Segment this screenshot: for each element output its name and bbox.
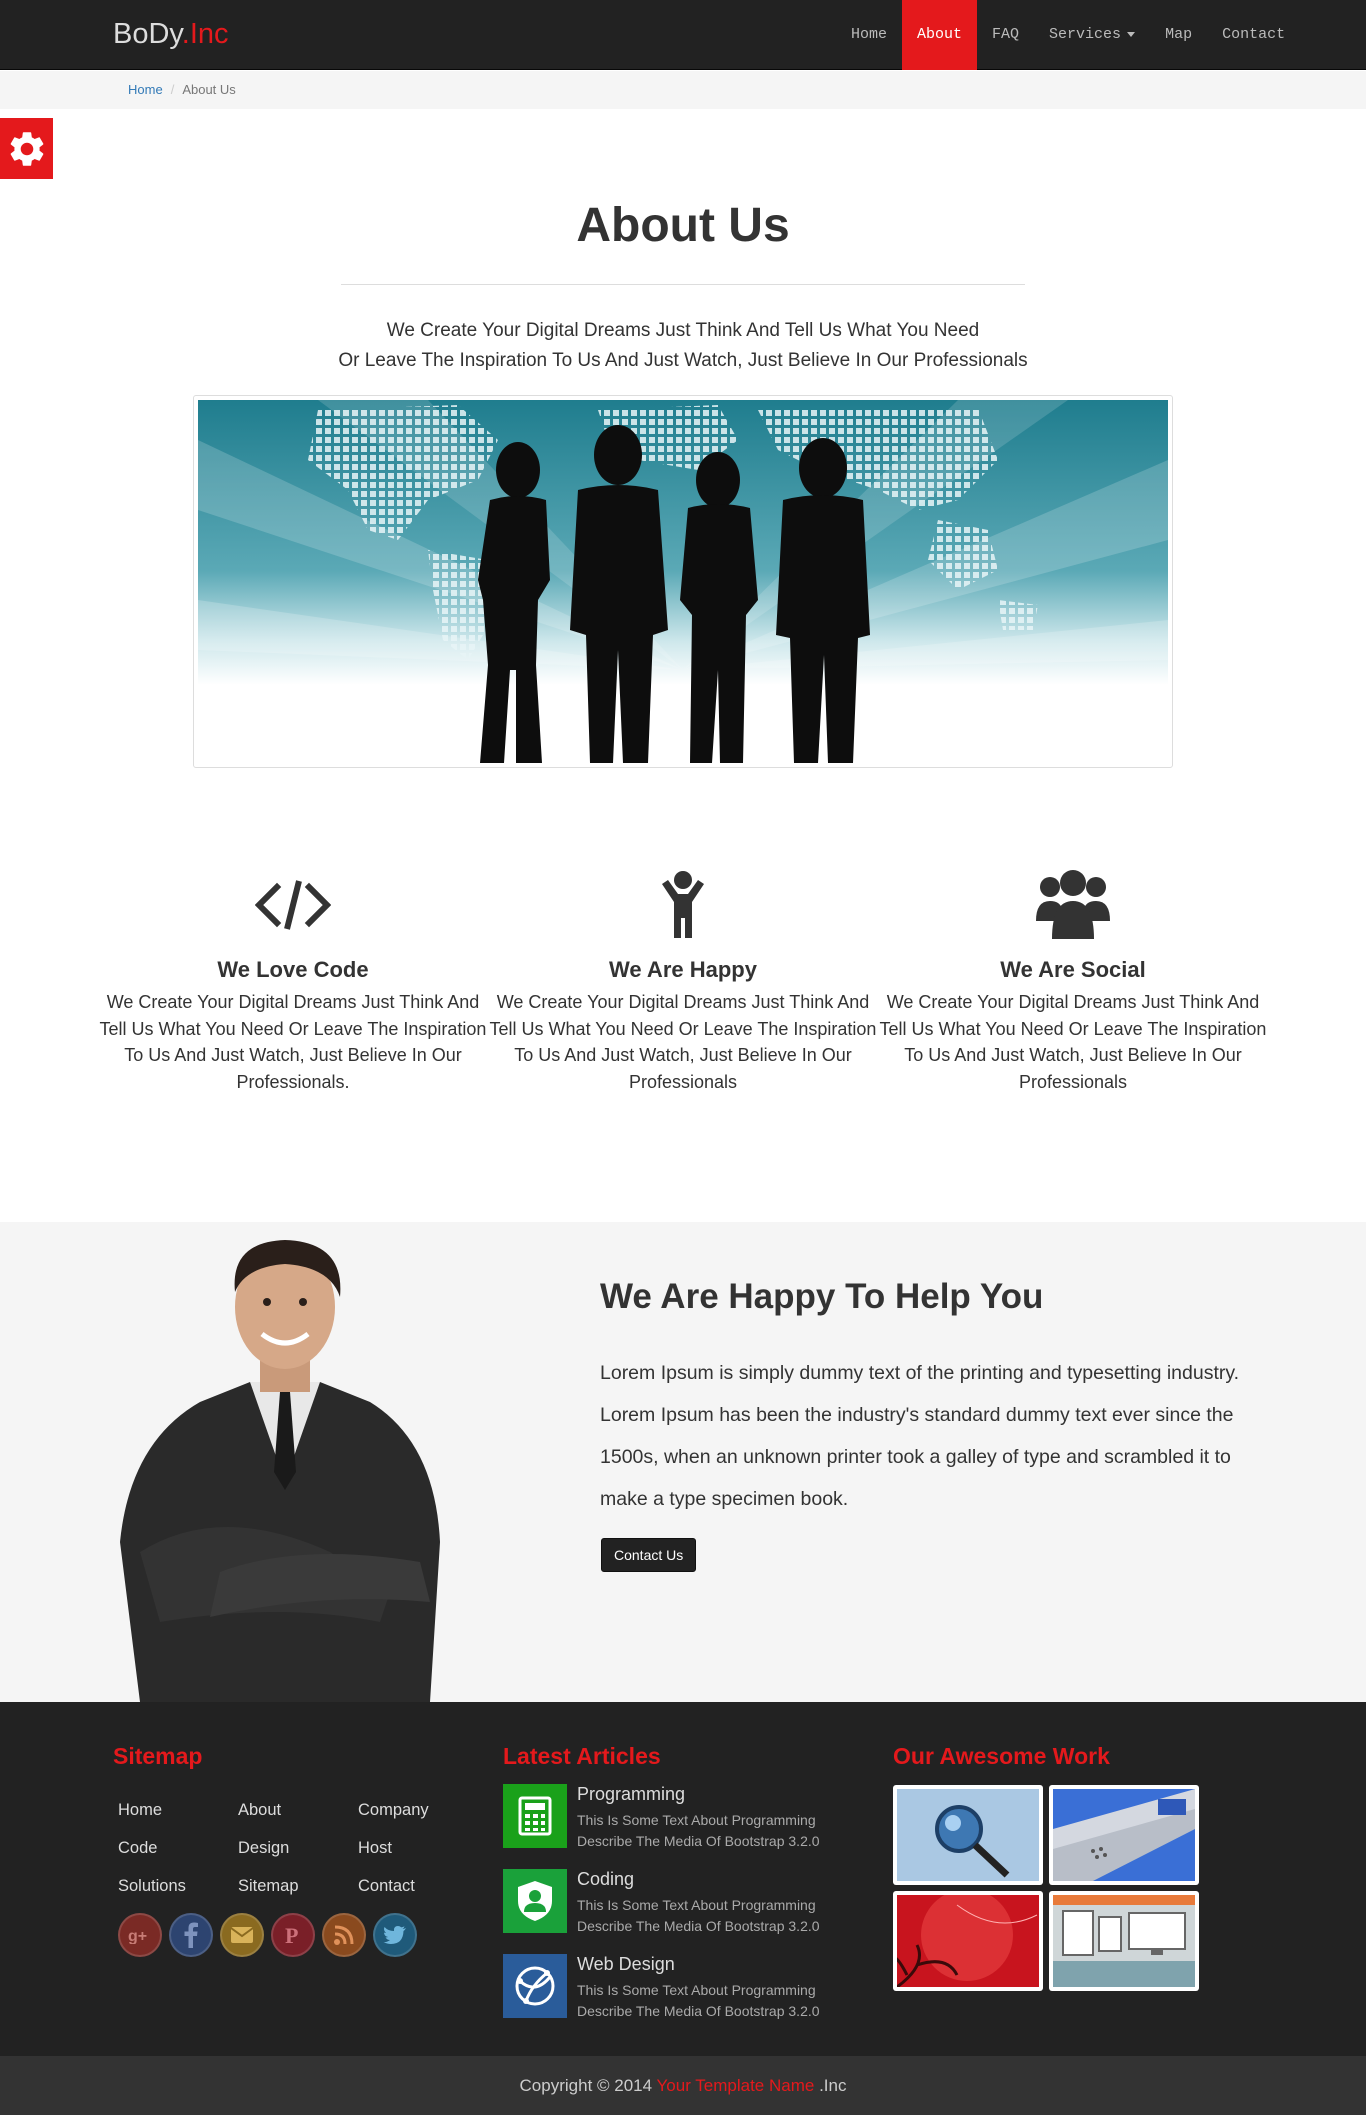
team-silhouette-illustration (198, 400, 1168, 763)
nav-services-label: Services (1049, 26, 1122, 43)
article-thumb (503, 1954, 567, 2018)
brand-suffix: .Inc (181, 18, 229, 50)
sitemap-link-company[interactable]: Company (358, 1801, 429, 1820)
child-icon (662, 871, 704, 938)
navbar: BoDy.Inc Home About FAQ Services Map Con… (0, 0, 1366, 70)
article-desc: This Is Some Text About Programming Desc… (577, 1897, 820, 1934)
red-abstract-image (897, 1895, 1039, 1987)
nav-home[interactable]: Home (836, 0, 902, 70)
copyright-name-link[interactable]: Your Template Name (657, 2076, 815, 2095)
sitemap-link-about[interactable]: About (238, 1801, 281, 1820)
work-thumbnail[interactable] (1049, 1785, 1199, 1885)
twitter-button[interactable] (373, 1913, 417, 1957)
facebook-icon (184, 1922, 198, 1948)
article-desc: This Is Some Text About Programming Desc… (577, 1812, 820, 1849)
breadcrumb-current: About Us (182, 82, 236, 97)
pinterest-icon: P (285, 1923, 298, 1948)
main-nav: Home About FAQ Services Map Contact (836, 0, 1366, 70)
nav-faq[interactable]: FAQ (977, 0, 1034, 70)
nav-map[interactable]: Map (1150, 0, 1207, 70)
rss-button[interactable] (322, 1913, 366, 1957)
article-item[interactable]: Web Design This Is Some Text About Progr… (503, 1954, 833, 2020)
article-title: Programming (577, 1784, 686, 1804)
responsive-design-image (1053, 1895, 1195, 1987)
work-thumbnail[interactable] (893, 1891, 1043, 1991)
breadcrumb-separator: / (170, 82, 175, 97)
feature-are-social: We Are Social We Create Your Digital Dre… (878, 865, 1268, 1095)
rss-icon (334, 1925, 354, 1945)
article-item[interactable]: Programming This Is Some Text About Prog… (503, 1784, 833, 1850)
caret-down-icon (1127, 31, 1136, 37)
sitemap-title: Sitemap (113, 1743, 203, 1769)
magnifier-image (897, 1789, 1039, 1881)
intro-line-1: We Create Your Digital Dreams Just Think… (386, 320, 980, 341)
article-title: Web Design (577, 1954, 675, 1974)
contact-us-button[interactable]: Contact Us (601, 1538, 697, 1572)
help-title: We Are Happy To Help You (600, 1277, 1044, 1316)
work-thumbnail[interactable] (893, 1785, 1043, 1885)
device-image (1053, 1789, 1195, 1881)
articles-title: Latest Articles (503, 1743, 661, 1769)
work-thumbnail[interactable] (1049, 1891, 1199, 1991)
nav-services[interactable]: Services (1034, 0, 1150, 70)
intro-line-2: Or Leave The Inspiration To Us And Just … (338, 350, 1028, 371)
sitemap-link-home[interactable]: Home (118, 1801, 162, 1820)
pinterest-button[interactable]: P (271, 1913, 315, 1957)
article-title: Coding (577, 1869, 635, 1889)
svg-text:g+: g+ (128, 1928, 147, 1944)
brand-name: BoDy (113, 18, 182, 50)
feature-text: We Create Your Digital Dreams Just Think… (879, 992, 1267, 1092)
google-plus-button[interactable]: g+ (118, 1913, 162, 1957)
email-icon (230, 1927, 254, 1943)
feature-text: We Create Your Digital Dreams Just Think… (99, 992, 487, 1092)
help-text: Lorem Ipsum is simply dummy text of the … (600, 1362, 1240, 1510)
nav-contact[interactable]: Contact (1207, 0, 1300, 70)
sitemap-link-solutions[interactable]: Solutions (118, 1877, 186, 1896)
feature-text: We Create Your Digital Dreams Just Think… (489, 992, 877, 1092)
google-plus-icon: g+ (128, 1928, 147, 1944)
sitemap-link-design[interactable]: Design (238, 1839, 289, 1858)
sitemap-link-sitemap[interactable]: Sitemap (238, 1877, 299, 1896)
footer: Sitemap Home About Company Code Design H… (0, 1702, 1366, 2056)
feature-are-happy: We Are Happy We Create Your Digital Drea… (488, 865, 878, 1095)
sitemap-link-host[interactable]: Host (358, 1839, 392, 1858)
title-divider (341, 284, 1025, 285)
calculator-icon (518, 1796, 552, 1836)
team-hero-image (193, 395, 1173, 768)
copyright-suffix: .Inc (819, 2076, 847, 2095)
page-title: About Us (576, 199, 790, 252)
breadcrumb-home[interactable]: Home (128, 82, 163, 97)
breadcrumb-bar: Home / About Us (0, 71, 1366, 109)
copyright-prefix: Copyright © 2014 (519, 2076, 653, 2095)
sitemap-link-contact[interactable]: Contact (358, 1877, 415, 1896)
help-section: We Are Happy To Help You Lorem Ipsum is … (0, 1222, 1366, 1702)
feature-title: We Are Social (1000, 957, 1146, 982)
shield-user-icon (518, 1881, 552, 1921)
globe-icon (515, 1966, 555, 2006)
gear-icon (10, 131, 43, 166)
article-desc: This Is Some Text About Programming Desc… (577, 1982, 820, 2019)
feature-love-code: We Love Code We Create Your Digital Drea… (98, 865, 488, 1095)
brand-logo[interactable]: BoDy.Inc (113, 18, 229, 51)
twitter-icon (383, 1926, 406, 1944)
copyright-bar: Copyright © 2014 Your Template Name .Inc (0, 2056, 1366, 2115)
about-intro: We Create Your Digital Dreams Just Think… (240, 316, 1126, 376)
facebook-button[interactable] (169, 1913, 213, 1957)
settings-toggle-button[interactable] (0, 118, 53, 179)
businessman-photo (120, 1240, 440, 1702)
feature-title: We Are Happy (609, 957, 757, 982)
article-thumb (503, 1869, 567, 1933)
email-button[interactable] (220, 1913, 264, 1957)
work-title: Our Awesome Work (893, 1743, 1110, 1769)
sitemap-link-code[interactable]: Code (118, 1839, 157, 1858)
users-icon (1036, 870, 1110, 939)
breadcrumb: Home / About Us (128, 82, 236, 97)
article-item[interactable]: Coding This Is Some Text About Programmi… (503, 1869, 833, 1935)
feature-title: We Love Code (217, 957, 369, 982)
article-thumb (503, 1784, 567, 1848)
nav-about[interactable]: About (902, 0, 978, 70)
svg-text:P: P (285, 1923, 298, 1948)
code-icon (255, 880, 331, 930)
